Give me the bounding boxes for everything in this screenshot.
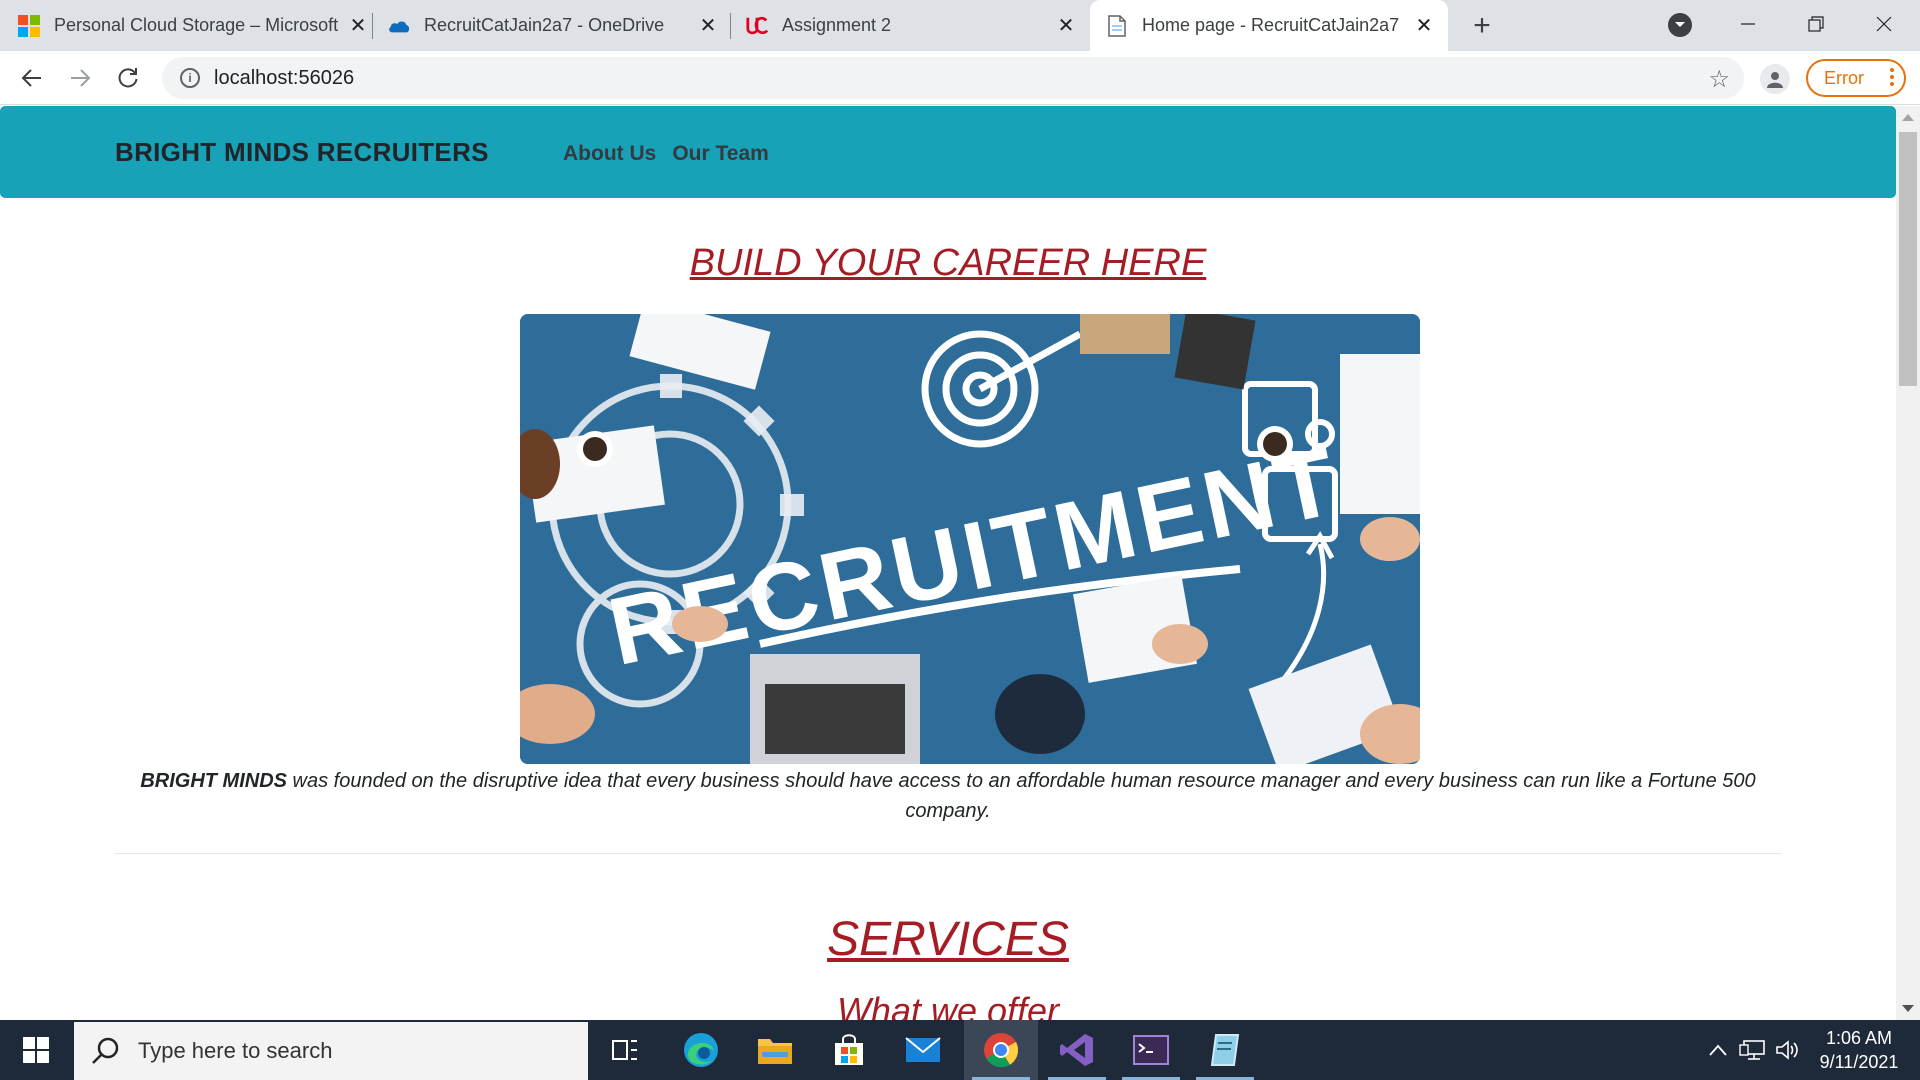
reload-button[interactable] [112, 62, 144, 94]
system-clock[interactable]: 1:06 AM 9/11/2021 [1804, 1026, 1914, 1074]
forward-button[interactable] [64, 62, 96, 94]
intro-paragraph: BRIGHT MINDS was founded on the disrupti… [115, 766, 1781, 826]
minimize-icon [1741, 23, 1755, 25]
tab-title: Assignment 2 [782, 15, 892, 35]
page-icon [1106, 14, 1128, 37]
page-viewport: BRIGHT MINDS RECRUITERS About Us Our Tea… [0, 106, 1896, 1020]
start-button[interactable] [0, 1020, 72, 1080]
task-view-button[interactable] [588, 1020, 662, 1080]
arrow-right-icon [71, 69, 91, 87]
taskbar-chrome[interactable] [964, 1020, 1038, 1080]
folder-icon [758, 1039, 792, 1064]
bookmark-star-icon[interactable]: ☆ [1708, 65, 1730, 94]
taskbar-visual-studio[interactable] [1040, 1020, 1114, 1080]
arrow-left-icon [21, 69, 41, 87]
reload-icon [118, 68, 138, 88]
taskbar-search-placeholder: Type here to search [138, 1038, 333, 1063]
taskbar-mail[interactable] [886, 1020, 960, 1080]
close-icon [1876, 16, 1892, 32]
mail-icon [905, 1037, 941, 1062]
task-view-icon [612, 1040, 637, 1060]
show-hidden-icons-button[interactable] [1706, 1020, 1730, 1080]
scrollbar-thumb[interactable] [1899, 132, 1917, 386]
section-divider [115, 853, 1781, 854]
network-button[interactable] [1738, 1020, 1768, 1080]
tab-assignment-2[interactable]: Assignment 2 ✕ [746, 0, 1076, 51]
nav-link-our-team[interactable]: Our Team [672, 142, 768, 166]
taskbar: Type here to search 1:06 AM 9/11/2021 [0, 1020, 1920, 1080]
error-button[interactable]: Error [1806, 59, 1906, 97]
chrome-icon [984, 1033, 1019, 1068]
edge-browser-icon [684, 1033, 718, 1067]
onedrive-cloud-icon [388, 15, 410, 37]
nav-link-about-us[interactable]: About Us [563, 142, 656, 166]
search-icon [92, 1037, 119, 1064]
site-navbar: BRIGHT MINDS RECRUITERS About Us Our Tea… [0, 106, 1896, 198]
taskbar-notepad-app[interactable] [1188, 1020, 1262, 1080]
address-bar[interactable]: i localhost:56026 ☆ [162, 57, 1744, 99]
visual-studio-icon [1060, 1034, 1093, 1066]
close-tab-icon[interactable]: ✕ [1414, 15, 1434, 37]
notes-app-icon [1210, 1034, 1240, 1066]
taskbar-edge[interactable] [664, 1020, 738, 1080]
network-icon [1739, 1040, 1765, 1060]
services-subheading: What we offer [836, 990, 1060, 1020]
close-tab-icon[interactable]: ✕ [698, 15, 718, 37]
volume-button[interactable] [1774, 1020, 1802, 1080]
intro-brand: BRIGHT MINDS [140, 770, 287, 792]
recruitment-hero-image: RECRUITMENT [520, 314, 1420, 764]
microsoft-logo-icon [18, 14, 40, 37]
taskbar-file-explorer[interactable] [738, 1020, 812, 1080]
taskbar-terminal[interactable] [1114, 1020, 1188, 1080]
tab-search-button[interactable] [1668, 13, 1692, 37]
new-tab-button[interactable]: + [1466, 9, 1498, 42]
clock-date: 9/11/2021 [1819, 1052, 1899, 1072]
nav-links: About Us Our Team [563, 142, 769, 166]
tab-onedrive[interactable]: RecruitCatJain2a7 - OneDrive ✕ [388, 0, 718, 51]
hero-heading: BUILD YOUR CAREER HERE [689, 242, 1207, 284]
taskbar-microsoft-store[interactable] [812, 1020, 886, 1080]
scroll-down-arrow-icon[interactable] [1902, 1005, 1914, 1012]
close-tab-icon[interactable]: ✕ [348, 15, 368, 37]
speaker-icon [1776, 1040, 1798, 1060]
browser-toolbar: i localhost:56026 ☆ Error [0, 51, 1920, 105]
scroll-up-arrow-icon[interactable] [1902, 114, 1914, 121]
tab-separator [730, 13, 731, 39]
more-vert-icon [1890, 68, 1894, 86]
chevron-down-icon [1675, 22, 1685, 27]
chevron-up-icon [1709, 1044, 1727, 1056]
tab-personal-cloud-storage[interactable]: Personal Cloud Storage – Microsoft ✕ [18, 0, 368, 51]
url-text: localhost:56026 [214, 67, 355, 89]
store-bag-icon [835, 1034, 863, 1065]
tab-home-page[interactable]: Home page - RecruitCatJain2a7 ✕ [1090, 0, 1448, 51]
person-icon [1767, 72, 1783, 88]
windows-logo-icon [23, 1037, 49, 1063]
tab-title: RecruitCatJain2a7 - OneDrive [424, 15, 665, 35]
profile-avatar[interactable] [1760, 64, 1790, 94]
tab-title: Home page - RecruitCatJain2a7 [1142, 15, 1400, 35]
minimize-button[interactable] [1728, 8, 1768, 40]
uc-logo-icon [746, 15, 768, 37]
services-heading: SERVICES [827, 913, 1069, 966]
tab-strip: Personal Cloud Storage – Microsoft ✕ Rec… [0, 0, 1920, 51]
close-window-button[interactable] [1864, 8, 1904, 40]
site-info-icon[interactable]: i [180, 68, 200, 88]
taskbar-search-box[interactable]: Type here to search [74, 1022, 588, 1080]
restore-button[interactable] [1796, 8, 1836, 40]
tab-separator [372, 13, 373, 39]
restore-icon [1808, 16, 1824, 32]
terminal-icon [1133, 1035, 1169, 1065]
clock-time: 1:06 AM [1825, 1028, 1893, 1048]
page-scrollbar[interactable] [1896, 106, 1920, 1020]
back-button[interactable] [16, 62, 48, 94]
intro-text: was founded on the disruptive idea that … [287, 770, 1756, 822]
error-label: Error [1824, 67, 1864, 88]
tab-title: Personal Cloud Storage – Microsoft [54, 15, 338, 35]
close-tab-icon[interactable]: ✕ [1056, 15, 1076, 37]
brand-link[interactable]: BRIGHT MINDS RECRUITERS [115, 137, 489, 168]
